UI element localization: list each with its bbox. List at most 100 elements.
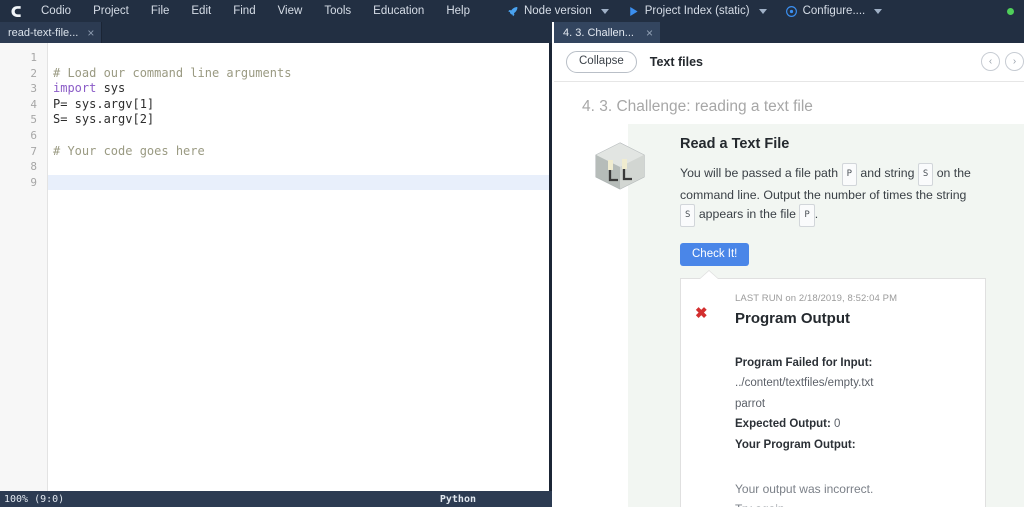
challenge-card-content: Read a Text File You will be passed a fi…: [628, 136, 1006, 507]
line-number: 7: [30, 144, 37, 158]
guide-section-label: Text files: [649, 55, 704, 69]
gear-icon: [785, 5, 798, 18]
chevron-down-icon: [600, 8, 609, 14]
menu-item-education[interactable]: Education: [362, 0, 435, 22]
input-string: parrot: [735, 397, 766, 410]
x-mark-icon: ✖: [695, 304, 708, 322]
code-token-keyword: import: [53, 81, 97, 96]
project-index-selector[interactable]: Project Index (static): [618, 0, 776, 22]
line-number: 8: [30, 160, 37, 174]
chevron-down-icon: [758, 8, 767, 14]
failure-note: Your output was incorrect. Try again.: [735, 482, 874, 507]
code-line: # Your code goes here: [48, 144, 552, 160]
collapse-button[interactable]: Collapse: [566, 50, 637, 74]
project-index-label: Project Index (static): [644, 5, 750, 17]
node-version-label: Node version: [523, 5, 592, 17]
editor-status-bar: 100% (9:0) Python: [0, 491, 552, 507]
codio-logo-icon[interactable]: [0, 0, 30, 22]
code-line: S= sys.argv[2]: [48, 112, 552, 128]
code-line: P= sys.argv[1]: [48, 97, 552, 113]
challenge-title: Read a Text File: [680, 136, 790, 152]
guide-tab-bar: 4. 3. Challen... ×: [554, 22, 1024, 43]
close-icon[interactable]: ×: [646, 27, 653, 39]
line-number: 2: [30, 66, 37, 80]
code-line-active: [48, 174, 552, 191]
code-badge-s: S: [917, 163, 934, 186]
menu-item-codio[interactable]: Codio: [30, 0, 82, 22]
line-number: 9: [30, 175, 37, 189]
menu-item-file[interactable]: File: [140, 0, 181, 22]
guide-navigation: ‹ ›: [981, 52, 1024, 71]
box-3d-icon: [592, 140, 648, 192]
configure-selector[interactable]: Configure....: [776, 0, 892, 22]
guide-tab-challenge[interactable]: 4. 3. Challen... ×: [554, 22, 660, 43]
check-it-button[interactable]: Check It!: [680, 242, 750, 266]
status-zoom-position: 100% (9:0): [4, 493, 65, 505]
close-icon[interactable]: ×: [87, 27, 94, 39]
code-editor[interactable]: 1 2 3 4 5 6 7 8 9 # Load our command lin…: [0, 43, 552, 491]
output-header-text: LAST RUN on 2/18/2019, 8:52:04 PM Progra…: [735, 293, 897, 327]
editor-tab-label: read-text-file...: [8, 26, 79, 39]
challenge-description: You will be passed a file path P and str…: [680, 163, 980, 227]
output-details: Program Failed for Input: ../content/tex…: [681, 353, 969, 456]
menu-item-project[interactable]: Project: [82, 0, 140, 22]
line-number: 5: [30, 113, 37, 127]
code-token-comment: # Your code goes here: [53, 143, 205, 158]
menu-item-tools[interactable]: Tools: [313, 0, 362, 22]
expected-output-label: Expected Output:: [735, 418, 831, 430]
code-token-plain: P= sys.argv[1]: [53, 96, 155, 111]
description-part-4: appears in the file: [698, 207, 796, 221]
input-path: ../content/textfiles/empty.txt: [735, 377, 874, 389]
menu-item-help[interactable]: Help: [435, 0, 481, 22]
description-part-5: .: [814, 207, 819, 221]
last-run-timestamp: LAST RUN on 2/18/2019, 8:52:04 PM: [735, 292, 898, 304]
description-part-2: and string: [860, 166, 915, 180]
configure-label: Configure....: [802, 5, 866, 17]
description-part-1: You will be passed a file path: [680, 166, 839, 180]
code-badge-p: P: [799, 204, 815, 227]
node-version-selector[interactable]: Node version: [497, 0, 618, 22]
menu-item-view[interactable]: View: [267, 0, 314, 22]
code-badge-s: S: [680, 204, 696, 227]
status-language: Python: [439, 493, 476, 505]
menu-item-edit[interactable]: Edit: [180, 0, 222, 22]
code-line: import sys: [48, 81, 552, 97]
play-icon: [627, 5, 640, 18]
program-output-card: ✖ LAST RUN on 2/18/2019, 8:52:04 PM Prog…: [680, 269, 986, 507]
editor-pane: read-text-file... × 1 2 3 4 5 6 7 8 9 # …: [0, 22, 552, 507]
code-badge-p: P: [841, 163, 857, 186]
rocket-icon: [506, 5, 519, 18]
chevron-right-icon[interactable]: ›: [1005, 52, 1024, 71]
editor-tab-bar: read-text-file... ×: [0, 22, 552, 43]
guide-content: 4. 3. Challenge: reading a text file Rea…: [554, 82, 1024, 507]
line-number: 1: [30, 51, 37, 64]
code-text-area[interactable]: # Load our command line arguments import…: [48, 43, 552, 491]
code-token-plain: sys: [96, 81, 126, 96]
connection-status-indicator: [1007, 8, 1014, 15]
chevron-down-icon: [874, 8, 883, 14]
program-output-title: Program Output: [735, 309, 850, 327]
challenge-card: Read a Text File You will be passed a fi…: [595, 124, 1024, 507]
expected-output-value: 0: [834, 418, 841, 430]
top-menu-bar: Codio Project File Edit Find View Tools …: [0, 0, 1024, 22]
guide-tab-label: 4. 3. Challen...: [563, 26, 634, 39]
editor-right-edge: [549, 43, 552, 491]
menu-item-find[interactable]: Find: [222, 0, 266, 22]
your-program-output-label: Your Program Output:: [735, 438, 856, 451]
code-line: # Load our command line arguments: [48, 66, 552, 82]
output-card-header: ✖ LAST RUN on 2/18/2019, 8:52:04 PM Prog…: [681, 293, 969, 327]
chevron-left-icon[interactable]: ‹: [981, 52, 1000, 71]
failed-label: Program Failed for Input:: [735, 356, 873, 369]
code-token-plain: S= sys.argv[2]: [53, 112, 155, 127]
codio-ide-window: Codio Project File Edit Find View Tools …: [0, 0, 1024, 507]
line-number: 6: [30, 128, 37, 142]
editor-tab-read-text-file[interactable]: read-text-file... ×: [0, 22, 103, 43]
line-number: 3: [30, 82, 37, 96]
code-token-comment: # Load our command line arguments: [53, 65, 292, 80]
chapter-title: 4. 3. Challenge: reading a text file: [582, 98, 813, 115]
line-number-gutter: 1 2 3 4 5 6 7 8 9: [0, 43, 48, 491]
line-number: 4: [30, 97, 37, 111]
